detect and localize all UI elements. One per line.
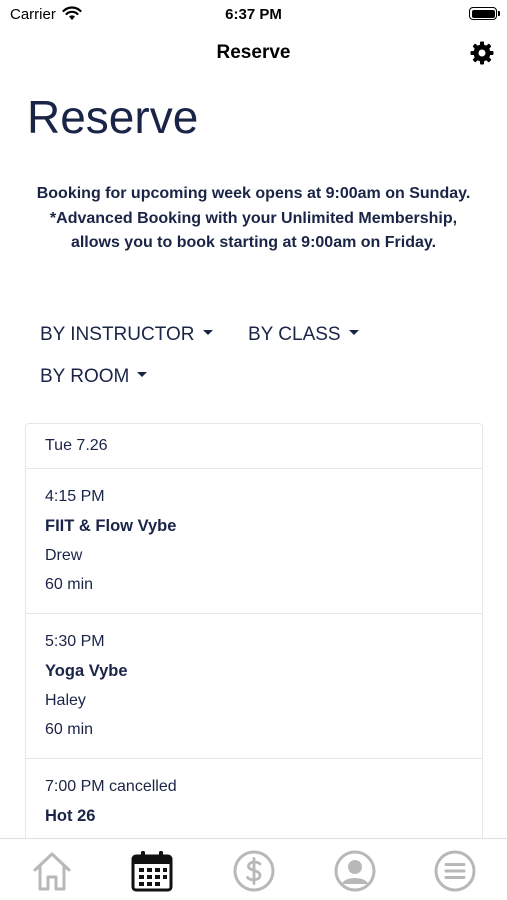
caret-down-icon [348, 330, 359, 336]
profile-icon[interactable] [333, 849, 377, 893]
day-header: Tue 7.26 [25, 423, 483, 469]
class-name: Hot 26 [45, 807, 96, 825]
menu-icon[interactable] [433, 849, 477, 893]
class-time: 5:30 PM [45, 633, 105, 650]
calendar-icon[interactable] [130, 849, 174, 893]
class-instructor: Drew [45, 547, 83, 564]
page-title: Reserve [27, 91, 199, 143]
tab-bar [0, 838, 507, 900]
caret-down-icon [202, 330, 213, 336]
home-icon[interactable] [30, 849, 74, 893]
caret-down-icon [137, 372, 148, 378]
class-time: 4:15 PM [45, 488, 105, 505]
dollar-icon[interactable] [232, 849, 276, 893]
status-bar: Carrier 6:37 PM [0, 0, 507, 30]
battery-icon [469, 7, 500, 20]
class-time: 7:00 PM cancelled [45, 778, 177, 795]
class-duration: 60 min [45, 721, 94, 738]
class-name: FIIT & Flow Vybe [45, 517, 177, 535]
filter-label: BY INSTRUCTOR [40, 324, 195, 345]
clock: 6:37 PM [225, 6, 282, 23]
booking-notice: Booking for upcoming week opens at 9:00a… [36, 185, 471, 251]
filter-by-room-dropdown[interactable]: BY ROOM [40, 366, 148, 388]
class-schedule: Tue 7.26 4:15 PM FIIT & Flow Vybe Drew 6… [25, 423, 483, 843]
filter-by-instructor-dropdown[interactable]: BY INSTRUCTOR [40, 324, 213, 346]
class-name: Yoga Vybe [45, 662, 128, 680]
navigation-bar: Reserve [0, 36, 507, 70]
class-duration: 60 min [45, 576, 94, 593]
class-card[interactable]: 5:30 PM Yoga Vybe Haley 60 min [25, 614, 483, 759]
filter-label: BY CLASS [248, 324, 341, 345]
gear-icon[interactable] [469, 40, 495, 66]
nav-title: Reserve [216, 42, 291, 63]
class-card[interactable]: 7:00 PM cancelled Hot 26 [25, 759, 483, 843]
class-card[interactable]: 4:15 PM FIIT & Flow Vybe Drew 60 min [25, 469, 483, 614]
class-instructor: Haley [45, 692, 86, 709]
filter-label: BY ROOM [40, 366, 130, 387]
filter-by-class-dropdown[interactable]: BY CLASS [248, 324, 359, 346]
